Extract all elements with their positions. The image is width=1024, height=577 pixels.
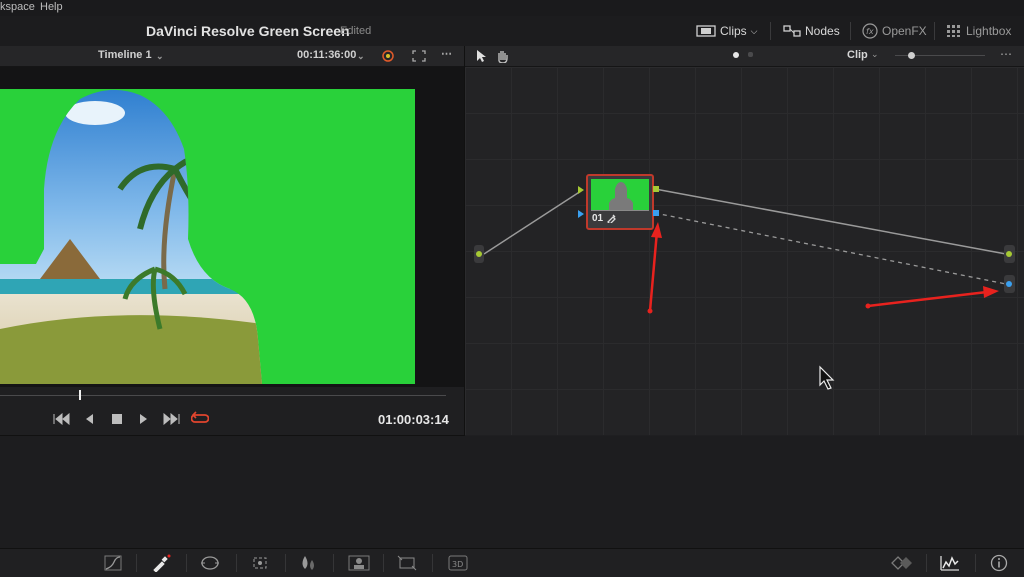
hand-tool-icon[interactable] [495, 48, 509, 63]
chevron-down-icon: ⌵ [750, 25, 758, 36]
node-label: 01 [592, 213, 604, 224]
page-indicator-active[interactable] [733, 52, 739, 58]
blur-icon[interactable] [299, 554, 317, 572]
source-input-connector[interactable] [474, 245, 484, 263]
scopes-icon[interactable] [940, 554, 960, 572]
svg-text:3D: 3D [452, 560, 463, 569]
stop-icon[interactable] [111, 413, 123, 425]
clips-icon [696, 25, 716, 37]
qualifier-eyedropper-icon [607, 214, 616, 223]
viewer[interactable] [0, 67, 464, 387]
keyframes-icon[interactable] [889, 555, 915, 571]
curves-icon[interactable] [104, 555, 122, 571]
current-timecode: 01:00:03:14 [378, 412, 449, 427]
menu-help[interactable]: Help [40, 1, 63, 13]
mode-chevron-icon[interactable]: ⌄ [871, 49, 879, 60]
timeline-scrubber[interactable] [0, 387, 464, 403]
separator [432, 554, 433, 572]
info-icon[interactable] [990, 554, 1008, 572]
separator [926, 554, 927, 572]
key-icon[interactable] [348, 555, 370, 571]
node-thumbnail-silhouette [609, 182, 633, 210]
separator [333, 554, 334, 572]
separator [934, 22, 935, 40]
node-mode-selector[interactable]: Clip [847, 49, 868, 61]
timeline-name[interactable]: Timeline 1 [98, 49, 152, 61]
lightbox-button[interactable]: Lightbox [946, 21, 1011, 41]
separator [136, 554, 137, 572]
viewer-frame-image [0, 89, 415, 384]
openfx-label: OpenFX [882, 24, 927, 38]
separator [850, 22, 851, 40]
lower-panel [0, 436, 1024, 548]
menu-bar: kspace Help [0, 0, 1024, 16]
qualifier-eyedropper-icon[interactable] [152, 554, 172, 572]
timeline-duration[interactable]: 00:11:36:00 [297, 49, 356, 61]
title-bar: DaVinci Resolve Green Screen Edited Clip… [0, 16, 1024, 47]
lightbox-grid-icon [947, 25, 960, 37]
scrubber-track [0, 395, 446, 396]
node-thumbnail [591, 179, 649, 210]
tracker-icon[interactable] [251, 555, 269, 571]
separator [975, 554, 976, 572]
node-alpha-input-port[interactable] [577, 209, 585, 219]
loop-icon[interactable] [191, 411, 209, 426]
edited-status: Edited [340, 25, 372, 37]
node-editor-header: Clip ⌄ ⋯ [465, 46, 1024, 67]
node-rgb-input-port[interactable] [577, 185, 585, 195]
viewer-header: Timeline 1 ⌄ 00:11:36:00 ⌄ ⋯ [0, 46, 464, 67]
separator [285, 554, 286, 572]
skip-to-end-icon[interactable] [163, 413, 181, 425]
nodes-button[interactable]: Nodes [783, 21, 840, 41]
output-rgb-dot [1006, 251, 1012, 257]
svg-text:fx: fx [866, 27, 874, 36]
node-options-icon[interactable]: ⋯ [1000, 47, 1012, 61]
nodes-label: Nodes [805, 24, 840, 38]
lightbox-label: Lightbox [966, 24, 1012, 38]
clips-label: Clips [720, 24, 747, 38]
alpha-output-connector[interactable] [1004, 275, 1015, 293]
timeline-chevron-icon[interactable]: ⌄ [156, 51, 164, 62]
node-divider [591, 210, 649, 211]
3d-icon[interactable]: 3D [448, 555, 468, 571]
separator [383, 554, 384, 572]
openfx-button[interactable]: fx OpenFX [862, 21, 927, 41]
pointer-tool-icon[interactable] [475, 49, 487, 63]
skip-to-start-icon[interactable] [52, 413, 70, 425]
separator [186, 554, 187, 572]
color-wheel-icon[interactable] [380, 49, 396, 64]
duration-chevron-icon[interactable]: ⌄ [357, 51, 365, 62]
nodes-icon [783, 25, 801, 37]
rgb-output-connector[interactable] [1004, 245, 1015, 263]
node-connections [483, 188, 1007, 390]
source-rgb-dot [476, 251, 482, 257]
transport-controls: 01:00:03:14 [0, 403, 464, 436]
play-icon[interactable] [139, 413, 149, 425]
sizing-icon[interactable] [397, 555, 417, 571]
node-editor-canvas[interactable]: 01 [465, 67, 1024, 435]
viewer-options-icon[interactable]: ⋯ [441, 47, 452, 60]
fullscreen-icon[interactable] [412, 50, 426, 62]
project-title: DaVinci Resolve Green Screen [146, 23, 350, 39]
menu-workspace[interactable]: kspace [0, 1, 35, 13]
output-alpha-dot [1006, 281, 1012, 287]
window-icon[interactable] [200, 555, 220, 571]
page-indicator[interactable] [748, 52, 753, 57]
fx-icon: fx [862, 23, 878, 39]
separator [236, 554, 237, 572]
node-alpha-output-port[interactable] [653, 210, 659, 216]
palette-toolbar: 3D [0, 548, 1024, 577]
node-rgb-output-port[interactable] [653, 186, 659, 192]
separator [770, 22, 771, 40]
playhead[interactable] [79, 390, 81, 400]
zoom-slider-handle[interactable] [908, 52, 915, 59]
node-01[interactable]: 01 [586, 174, 654, 230]
clips-button[interactable]: Clips ⌵ [696, 21, 758, 41]
play-reverse-icon[interactable] [84, 413, 94, 425]
